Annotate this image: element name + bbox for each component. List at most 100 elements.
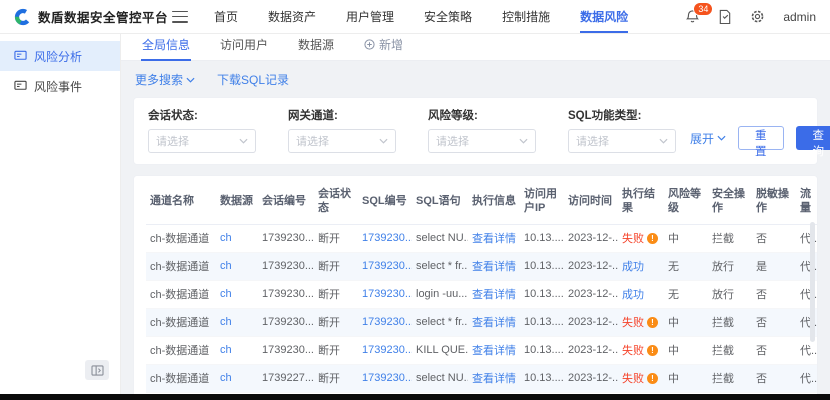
- cell-datasource-link[interactable]: ch: [220, 344, 232, 356]
- cell-sql-no-link: 1739230...: [358, 280, 412, 308]
- cell-sql-no-link[interactable]: 1739230...: [362, 344, 412, 356]
- cell-sql-no-link[interactable]: 1739230...: [362, 232, 412, 244]
- tab-add[interactable]: 新增: [363, 31, 404, 60]
- cell-sql-no-link[interactable]: 1739230...: [362, 260, 412, 272]
- sidebar-item[interactable]: 风险分析: [0, 41, 120, 71]
- table-row[interactable]: ch-数据通道ch1739230...断开1739230...select * …: [146, 252, 818, 280]
- sidebar-item[interactable]: 风险事件: [0, 71, 120, 101]
- tab-label: 访问用户: [220, 36, 268, 53]
- top-nav-item[interactable]: 首页: [214, 0, 238, 33]
- brand-title: 数盾数据安全管控平台: [38, 7, 168, 26]
- column-header: 访问时间: [564, 180, 618, 224]
- column-header: 安全操作: [708, 180, 752, 224]
- tab-item[interactable]: 全局信息: [141, 31, 191, 60]
- cell-sql: select NU...: [412, 224, 468, 252]
- cell-result: 成功: [618, 252, 664, 280]
- cell-sql-no-link[interactable]: 1739230...: [362, 372, 412, 384]
- cell-datasource-link[interactable]: ch: [220, 260, 232, 272]
- table-row[interactable]: ch-数据通道ch1739230...断开1739230...KILL QUE.…: [146, 336, 818, 364]
- cell-action: 拦截: [708, 364, 752, 392]
- cell-session-no: 1739230...: [258, 308, 314, 336]
- top-nav-item[interactable]: 用户管理: [346, 0, 394, 33]
- result-text: 失败: [622, 342, 644, 358]
- table-row[interactable]: ch-数据通道ch1739230...断开1739230...login -uu…: [146, 280, 818, 308]
- cell-risk: 中: [664, 224, 708, 252]
- cell-ip: 10.13....: [520, 308, 564, 336]
- reset-button[interactable]: 重置: [738, 126, 784, 150]
- cell-datasource-link[interactable]: ch: [220, 372, 232, 384]
- cell-sql-no-link[interactable]: 1739230...: [362, 288, 412, 300]
- table-row[interactable]: ch-数据通道ch1739230...断开1739230...select * …: [146, 308, 818, 336]
- column-header: 执行结果: [618, 180, 664, 224]
- cell-mask: 否: [752, 280, 796, 308]
- tab-item[interactable]: 访问用户: [219, 31, 269, 60]
- cell-session-state: 断开: [314, 308, 358, 336]
- sidebar-collapse-icon[interactable]: [85, 360, 109, 380]
- filter-field: 网关通道:请选择: [288, 107, 396, 153]
- top-nav-item[interactable]: 控制措施: [502, 0, 550, 33]
- tab-label: 全局信息: [142, 36, 190, 53]
- table-row[interactable]: ch-数据通道ch1739227...断开1739230...select NU…: [146, 364, 818, 392]
- cell-risk: 中: [664, 336, 708, 364]
- menu-toggle-icon[interactable]: [172, 11, 188, 23]
- tab-item[interactable]: 数据源: [297, 31, 335, 60]
- cell-datasource-link: ch: [216, 280, 258, 308]
- cell-action: 拦截: [708, 336, 752, 364]
- cell-datasource-link[interactable]: ch: [220, 316, 232, 328]
- monitor-icon: [14, 50, 27, 62]
- table-scrollbar[interactable]: [810, 222, 815, 342]
- cell-time: 2023-12-...: [564, 364, 618, 392]
- expand-label: 展开: [690, 130, 714, 147]
- cell-detail-link[interactable]: 查看详情: [472, 258, 516, 274]
- more-search-link[interactable]: 更多搜索: [135, 71, 195, 88]
- cell-sql: select * fr...: [412, 308, 468, 336]
- cell-sql-no-link[interactable]: 1739230...: [362, 316, 412, 328]
- cell-result: 失败!: [618, 336, 664, 364]
- top-nav: 首页数据资产用户管理安全策略控制措施数据风险: [214, 0, 628, 33]
- download-sql-link[interactable]: 下载SQL记录: [217, 71, 289, 88]
- toolbar: 更多搜索 下载SQL记录: [133, 69, 818, 97]
- cell-mask: 否: [752, 308, 796, 336]
- expand-link[interactable]: 展开: [690, 130, 726, 147]
- cell-datasource-link[interactable]: ch: [220, 288, 232, 300]
- cell-detail-link[interactable]: 查看详情: [472, 286, 516, 302]
- document-icon[interactable]: [718, 9, 732, 24]
- cell-session-no: 1739230...: [258, 224, 314, 252]
- user-name[interactable]: admin: [783, 10, 816, 24]
- top-header: 数盾数据安全管控平台 首页数据资产用户管理安全策略控制措施数据风险 34 adm…: [0, 0, 830, 34]
- cell-datasource-link[interactable]: ch: [220, 232, 232, 244]
- select-placeholder: 请选择: [156, 133, 189, 149]
- table-row[interactable]: ch-数据通道ch1739230...断开1739230...select NU…: [146, 224, 818, 252]
- cell-detail-link[interactable]: 查看详情: [472, 230, 516, 246]
- cell-sql-no-link: 1739230...: [358, 224, 412, 252]
- cell-sql: select NU...: [412, 364, 468, 392]
- top-nav-item[interactable]: 数据资产: [268, 0, 316, 33]
- filter-select[interactable]: 请选择: [428, 129, 536, 153]
- risk-table: 通道名称数据源会话编号会话状态SQL编号SQL语句执行信息访问用户IP访问时间执…: [146, 180, 818, 400]
- column-header: 访问用户IP: [520, 180, 564, 224]
- search-button[interactable]: 查询: [796, 126, 830, 150]
- cell-time: 2023-12-...: [564, 308, 618, 336]
- filter-select[interactable]: 请选择: [288, 129, 396, 153]
- window-bottom-bar: [0, 394, 830, 400]
- filter-select[interactable]: 请选择: [568, 129, 676, 153]
- cell-sql-no-link: 1739230...: [358, 364, 412, 392]
- cell-detail-link[interactable]: 查看详情: [472, 314, 516, 330]
- top-nav-item[interactable]: 数据风险: [580, 0, 628, 33]
- chevron-down-icon: [717, 135, 726, 141]
- top-nav-item[interactable]: 安全策略: [424, 0, 472, 33]
- filter-select[interactable]: 请选择: [148, 129, 256, 153]
- cell-session-no: 1739230...: [258, 280, 314, 308]
- notification-bell-icon[interactable]: 34: [685, 9, 700, 24]
- cell-detail-link[interactable]: 查看详情: [472, 370, 516, 386]
- cell-detail-link[interactable]: 查看详情: [472, 342, 516, 358]
- cell-action: 放行: [708, 280, 752, 308]
- cell-risk: 中: [664, 308, 708, 336]
- cell-mask: 否: [752, 364, 796, 392]
- result-success: 成功: [622, 261, 644, 273]
- settings-gear-icon[interactable]: [750, 9, 765, 24]
- chevron-down-icon: [379, 138, 388, 144]
- cell-risk: 中: [664, 364, 708, 392]
- result-fail: 失败!: [622, 342, 658, 358]
- column-header: 风险等级: [664, 180, 708, 224]
